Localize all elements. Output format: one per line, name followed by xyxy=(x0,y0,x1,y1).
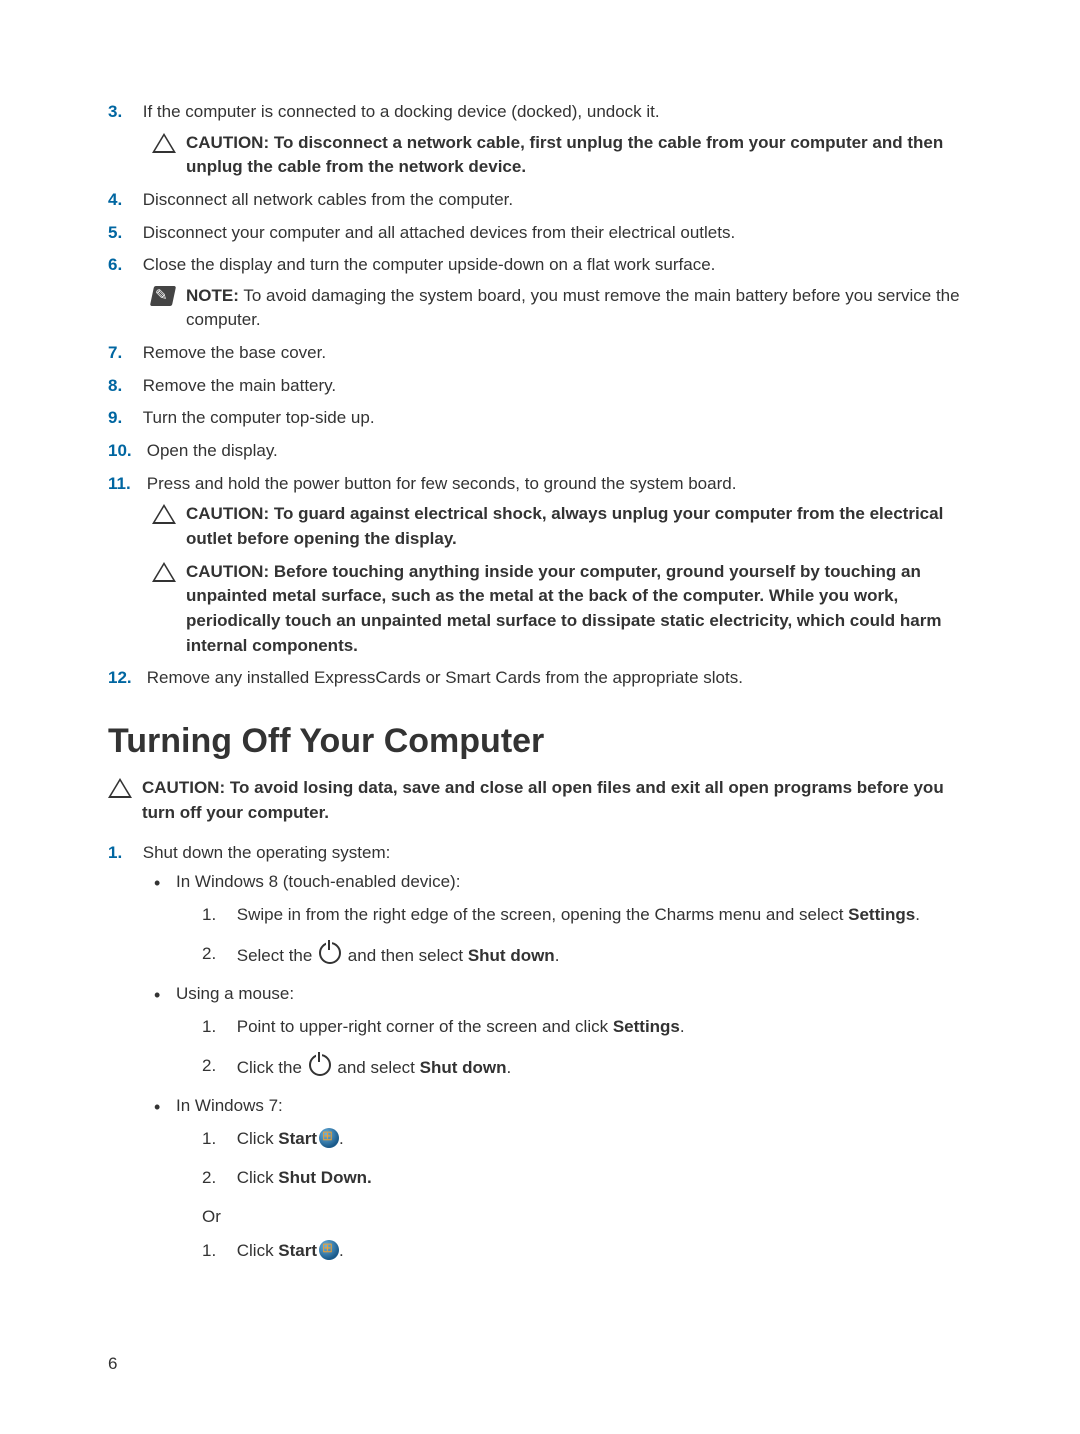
step-number: 7. xyxy=(108,341,138,366)
inner-num: 2. xyxy=(202,1166,232,1191)
bullet-label: In Windows 7: xyxy=(176,1096,283,1115)
caution-icon xyxy=(152,504,176,526)
step-7: 7. Remove the base cover. xyxy=(108,341,972,366)
caution-callout: CAUTION: To guard against electrical sho… xyxy=(152,502,972,551)
step-number: 9. xyxy=(108,406,138,431)
step-text: Remove the base cover. xyxy=(143,341,963,366)
win7-alt-step-1: 1. Click Start. xyxy=(202,1239,972,1264)
caution-callout: CAUTION: To avoid losing data, save and … xyxy=(108,776,972,825)
inner-num: 1. xyxy=(202,1239,232,1264)
caution-text: To avoid losing data, save and close all… xyxy=(142,778,944,822)
step-text: Remove the main battery. xyxy=(143,374,963,399)
step-text: Close the display and turn the computer … xyxy=(143,253,963,278)
power-icon xyxy=(319,942,341,964)
procedure-list-top: 3. If the computer is connected to a doc… xyxy=(108,100,972,691)
inner-text: Click Start. xyxy=(237,1127,957,1152)
step-number: 4. xyxy=(108,188,138,213)
win8-step-1: 1. Swipe in from the right edge of the s… xyxy=(202,903,972,928)
inner-num: 1. xyxy=(202,903,232,928)
step-6: 6. Close the display and turn the comput… xyxy=(108,253,972,333)
caution-icon xyxy=(152,562,176,584)
caution-label: CAUTION: xyxy=(186,562,269,581)
caution-text: To disconnect a network cable, first unp… xyxy=(186,133,943,177)
shutdown-list: 1. Shut down the operating system: In Wi… xyxy=(108,841,972,1264)
win7-steps-a: 1. Click Start. 2. Click Shut Down. xyxy=(202,1127,972,1191)
inner-text: Point to upper-right corner of the scree… xyxy=(237,1015,957,1040)
step-text: Remove any installed ExpressCards or Sma… xyxy=(147,666,963,691)
step-text: Disconnect your computer and all attache… xyxy=(143,221,963,246)
os-bullet-list: In Windows 8 (touch-enabled device): 1. … xyxy=(154,870,972,1264)
shutdown-step-1: 1. Shut down the operating system: In Wi… xyxy=(108,841,972,1264)
mouse-step-2: 2. Click the and select Shut down. xyxy=(202,1054,972,1081)
step-text: If the computer is connected to a dockin… xyxy=(143,100,963,125)
inner-text: Click the and select Shut down. xyxy=(237,1054,957,1081)
note-label: NOTE: xyxy=(186,286,239,305)
inner-text: Select the and then select Shut down. xyxy=(237,942,957,969)
mouse-step-1: 1. Point to upper-right corner of the sc… xyxy=(202,1015,972,1040)
win7-steps-b: 1. Click Start. xyxy=(202,1239,972,1264)
step-8: 8. Remove the main battery. xyxy=(108,374,972,399)
note-text: To avoid damaging the system board, you … xyxy=(186,286,960,330)
win7-step-1: 1. Click Start. xyxy=(202,1127,972,1152)
win8-step-2: 2. Select the and then select Shut down. xyxy=(202,942,972,969)
win8-steps: 1. Swipe in from the right edge of the s… xyxy=(202,903,972,968)
step-9: 9. Turn the computer top-side up. xyxy=(108,406,972,431)
win7-step-2: 2. Click Shut Down. xyxy=(202,1166,972,1191)
power-icon xyxy=(309,1054,331,1076)
step-text: Press and hold the power button for few … xyxy=(147,472,963,497)
inner-text: Swipe in from the right edge of the scre… xyxy=(237,903,957,928)
start-orb-icon xyxy=(319,1128,339,1148)
note-callout: NOTE: To avoid damaging the system board… xyxy=(152,284,972,333)
step-number: 5. xyxy=(108,221,138,246)
step-number: 10. xyxy=(108,439,142,464)
step-10: 10. Open the display. xyxy=(108,439,972,464)
caution-text: To guard against electrical shock, alway… xyxy=(186,504,943,548)
caution-callout: CAUTION: To disconnect a network cable, … xyxy=(152,131,972,180)
bullet-win7: In Windows 7: 1. Click Start. 2. Click S… xyxy=(154,1094,972,1264)
note-icon xyxy=(152,286,176,308)
step-text: Open the display. xyxy=(147,439,963,464)
bullet-label: Using a mouse: xyxy=(176,984,294,1003)
step-number: 1. xyxy=(108,841,138,866)
step-number: 6. xyxy=(108,253,138,278)
step-3: 3. If the computer is connected to a doc… xyxy=(108,100,972,180)
or-label: Or xyxy=(202,1205,972,1230)
step-number: 11. xyxy=(108,472,142,497)
inner-text: Click Start. xyxy=(237,1239,957,1264)
caution-text: Before touching anything inside your com… xyxy=(186,562,941,655)
inner-num: 2. xyxy=(202,1054,232,1079)
caution-label: CAUTION: xyxy=(186,133,269,152)
caution-label: CAUTION: xyxy=(186,504,269,523)
caution-icon xyxy=(152,133,176,155)
caution-callout: CAUTION: Before touching anything inside… xyxy=(152,560,972,659)
step-4: 4. Disconnect all network cables from th… xyxy=(108,188,972,213)
bullet-mouse: Using a mouse: 1. Point to upper-right c… xyxy=(154,982,972,1080)
step-11: 11. Press and hold the power button for … xyxy=(108,472,972,658)
caution-label: CAUTION: xyxy=(142,778,225,797)
step-number: 3. xyxy=(108,100,138,125)
start-orb-icon xyxy=(319,1240,339,1260)
page-number: 6 xyxy=(108,1354,117,1374)
bullet-win8-touch: In Windows 8 (touch-enabled device): 1. … xyxy=(154,870,972,968)
step-number: 12. xyxy=(108,666,142,691)
step-text: Disconnect all network cables from the c… xyxy=(143,188,963,213)
inner-text: Click Shut Down. xyxy=(237,1166,957,1191)
page-content: 3. If the computer is connected to a doc… xyxy=(0,0,1080,1264)
inner-num: 2. xyxy=(202,942,232,967)
step-12: 12. Remove any installed ExpressCards or… xyxy=(108,666,972,691)
step-number: 8. xyxy=(108,374,138,399)
section-heading: Turning Off Your Computer xyxy=(108,717,972,766)
bullet-label: In Windows 8 (touch-enabled device): xyxy=(176,872,460,891)
caution-icon xyxy=(108,778,132,800)
mouse-steps: 1. Point to upper-right corner of the sc… xyxy=(202,1015,972,1080)
step-5: 5. Disconnect your computer and all atta… xyxy=(108,221,972,246)
step-text: Turn the computer top-side up. xyxy=(143,406,963,431)
inner-num: 1. xyxy=(202,1015,232,1040)
inner-num: 1. xyxy=(202,1127,232,1152)
step-text: Shut down the operating system: xyxy=(143,841,963,866)
